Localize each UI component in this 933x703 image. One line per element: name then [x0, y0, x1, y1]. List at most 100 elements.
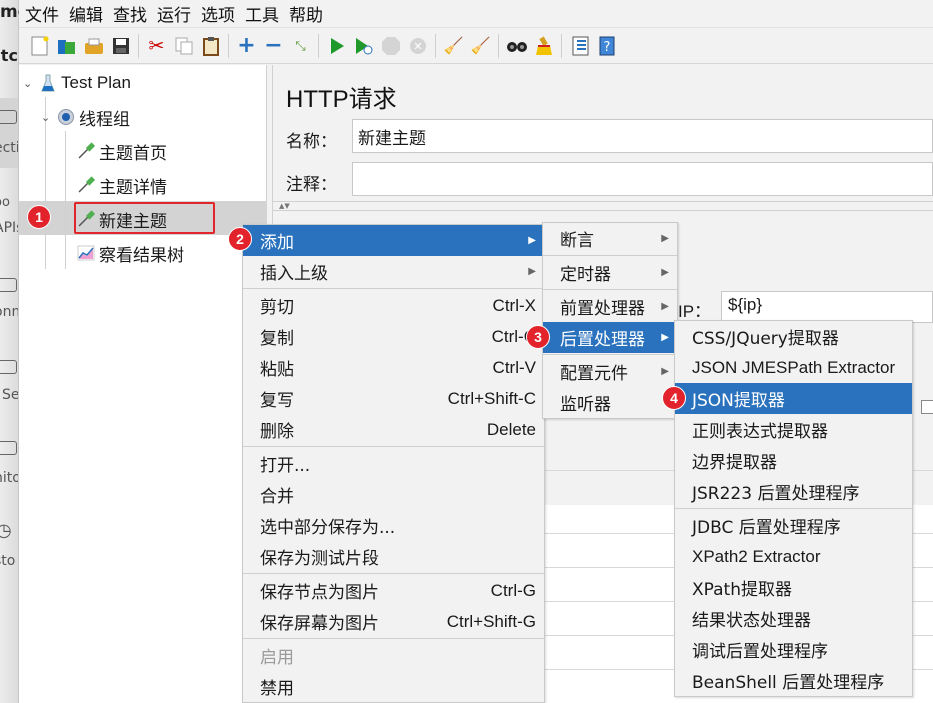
menu-item-save-screen-as-image[interactable]: 保存屏幕为图片 Ctrl+Shift-G — [243, 606, 544, 637]
menu-item-insert-parent[interactable]: 插入上级 ▶ — [243, 256, 544, 287]
menu-item-post-processors[interactable]: 后置处理器 ▶ — [543, 322, 677, 353]
menu-separator — [243, 638, 544, 639]
menu-item-listeners[interactable]: 监听器 — [543, 387, 677, 418]
environment-icon — [0, 278, 17, 292]
ip-input[interactable]: ${ip} — [721, 291, 933, 323]
server-icon — [0, 360, 17, 374]
menu-item-json-jmespath-extractor[interactable]: JSON JMESPath Extractor — [675, 352, 912, 383]
menu-item-save-as-test-fragment[interactable]: 保存为测试片段 — [243, 541, 544, 572]
menu-separator — [243, 288, 544, 289]
menu-item-save-node-as-image[interactable]: 保存节点为图片 Ctrl-G — [243, 575, 544, 606]
help-icon[interactable]: ? — [596, 36, 617, 57]
search-icon[interactable] — [506, 36, 527, 57]
cut-icon[interactable]: ✂ — [146, 36, 167, 57]
shutdown-icon[interactable]: ✕ — [407, 36, 428, 57]
stop-icon[interactable] — [380, 36, 401, 57]
sidebar-label[interactable]: onm — [0, 304, 18, 320]
menu-item-css-jquery-extractor[interactable]: CSS/JQuery提取器 — [675, 321, 912, 352]
comment-label: 注释： — [286, 175, 337, 195]
chevron-down-icon[interactable]: ⌄ — [23, 77, 39, 90]
menu-edit[interactable]: 编辑 — [69, 1, 103, 26]
menu-item-xpath2-extractor[interactable]: XPath2 Extractor — [675, 541, 912, 572]
menu-item-duplicate[interactable]: 复写 Ctrl+Shift-C — [243, 383, 544, 414]
tree-node-label: 察看结果树 — [99, 245, 184, 266]
sidebar-label[interactable]: sto — [0, 553, 15, 569]
expand-icon[interactable]: + — [236, 35, 257, 57]
menu-item-assertions[interactable]: 断言 ▶ — [543, 223, 677, 254]
menu-item-debug-postprocessor[interactable]: 调试后置处理程序 — [675, 634, 912, 665]
name-input[interactable]: 新建主题 — [352, 119, 933, 153]
tree-node-test-plan[interactable]: ⌄ Test Plan — [23, 68, 131, 98]
gear-icon — [57, 108, 75, 126]
chevron-right-icon: ▶ — [528, 266, 536, 277]
reset-search-icon[interactable] — [533, 36, 554, 57]
apis-icon: oo — [0, 195, 10, 210]
new-icon[interactable] — [29, 36, 50, 57]
sidebar-label[interactable]: nito — [0, 470, 18, 486]
splitter-handle[interactable]: ▲▼ — [273, 201, 933, 211]
menu-help[interactable]: 帮助 — [289, 1, 323, 26]
menu-separator — [243, 446, 544, 447]
sidebar-label[interactable]: ecti — [0, 140, 18, 156]
menu-item-disable[interactable]: 禁用 — [243, 671, 544, 702]
menu-item-timers[interactable]: 定时器 ▶ — [543, 257, 677, 288]
tree-node-listener[interactable]: 察看结果树 — [77, 238, 184, 268]
panel-title: HTTP请求 — [286, 86, 397, 113]
menu-file[interactable]: 文件 — [25, 1, 59, 26]
menu-item-boundary-extractor[interactable]: 边界提取器 — [675, 445, 912, 476]
history-icon: ◷ — [0, 520, 12, 541]
menu-item-copy[interactable]: 复制 Ctrl-C — [243, 321, 544, 352]
checkbox[interactable] — [921, 400, 933, 414]
start-icon[interactable] — [326, 36, 347, 57]
menu-item-jsr223-postprocessor[interactable]: JSR223 后置处理程序 — [675, 476, 912, 507]
menu-item-config-elements[interactable]: 配置元件 ▶ — [543, 356, 677, 387]
menu-item-json-extractor[interactable]: JSON提取器 — [675, 383, 912, 414]
name-label: 名称： — [286, 132, 337, 152]
save-icon[interactable] — [110, 36, 131, 57]
toolbar: ✂ + − ⤡ ✕ 🧹 🧹 ? — [19, 29, 933, 64]
menu-run[interactable]: 运行 — [157, 1, 191, 26]
tree-node-label: 主题详情 — [99, 177, 167, 198]
menu-item-pre-processors[interactable]: 前置处理器 ▶ — [543, 291, 677, 322]
tree-node-label: Test Plan — [61, 73, 131, 92]
open-icon[interactable] — [83, 36, 104, 57]
clear-icon[interactable]: 🧹 — [443, 36, 464, 57]
menu-tools[interactable]: 工具 — [245, 1, 279, 26]
templates-icon[interactable] — [56, 36, 77, 57]
menu-item-xpath-extractor[interactable]: XPath提取器 — [675, 572, 912, 603]
menu-item-delete[interactable]: 删除 Delete — [243, 414, 544, 445]
copy-icon[interactable] — [173, 36, 194, 57]
toolbar-separator — [228, 34, 229, 58]
collapse-icon[interactable]: − — [263, 35, 284, 57]
tree-node-sampler[interactable]: 主题首页 — [77, 136, 167, 166]
menu-item-add[interactable]: 添加 ▶ — [243, 225, 544, 256]
menu-separator — [543, 354, 677, 355]
menu-item-open[interactable]: 打开... — [243, 448, 544, 479]
sidebar-label[interactable]: APIs — [0, 220, 18, 236]
menu-item-save-selection-as[interactable]: 选中部分保存为... — [243, 510, 544, 541]
menu-item-cut[interactable]: 剪切 Ctrl-X — [243, 290, 544, 321]
menu-separator — [543, 289, 677, 290]
clear-all-icon[interactable]: 🧹 — [470, 36, 491, 57]
menu-item-jdbc-postprocessor[interactable]: JDBC 后置处理程序 — [675, 510, 912, 541]
ip-label: IP： — [678, 302, 712, 321]
menu-item-beanshell-postprocessor[interactable]: BeanShell 后置处理程序 — [675, 665, 912, 696]
paste-icon[interactable] — [200, 36, 221, 57]
chart-icon — [77, 244, 95, 262]
step-badge-2: 2 — [228, 227, 252, 251]
sidebar-label[interactable]: Se — [2, 387, 18, 403]
menu-item-merge[interactable]: 合并 — [243, 479, 544, 510]
start-no-pause-icon[interactable] — [353, 36, 374, 57]
menu-item-paste[interactable]: 粘贴 Ctrl-V — [243, 352, 544, 383]
post-processor-submenu: CSS/JQuery提取器 JSON JMESPath Extractor JS… — [674, 320, 913, 697]
function-helper-icon[interactable] — [569, 36, 590, 57]
menu-search[interactable]: 查找 — [113, 1, 147, 26]
menu-item-regex-extractor[interactable]: 正则表达式提取器 — [675, 414, 912, 445]
comment-input[interactable] — [352, 162, 933, 196]
chevron-down-icon[interactable]: ⌄ — [41, 111, 57, 124]
menu-options[interactable]: 选项 — [201, 1, 235, 26]
toggle-icon[interactable]: ⤡ — [290, 36, 311, 57]
tree-node-thread-group[interactable]: ⌄ 线程组 — [41, 102, 130, 132]
tree-node-sampler[interactable]: 主题详情 — [77, 170, 167, 200]
menu-item-result-status-handler[interactable]: 结果状态处理器 — [675, 603, 912, 634]
